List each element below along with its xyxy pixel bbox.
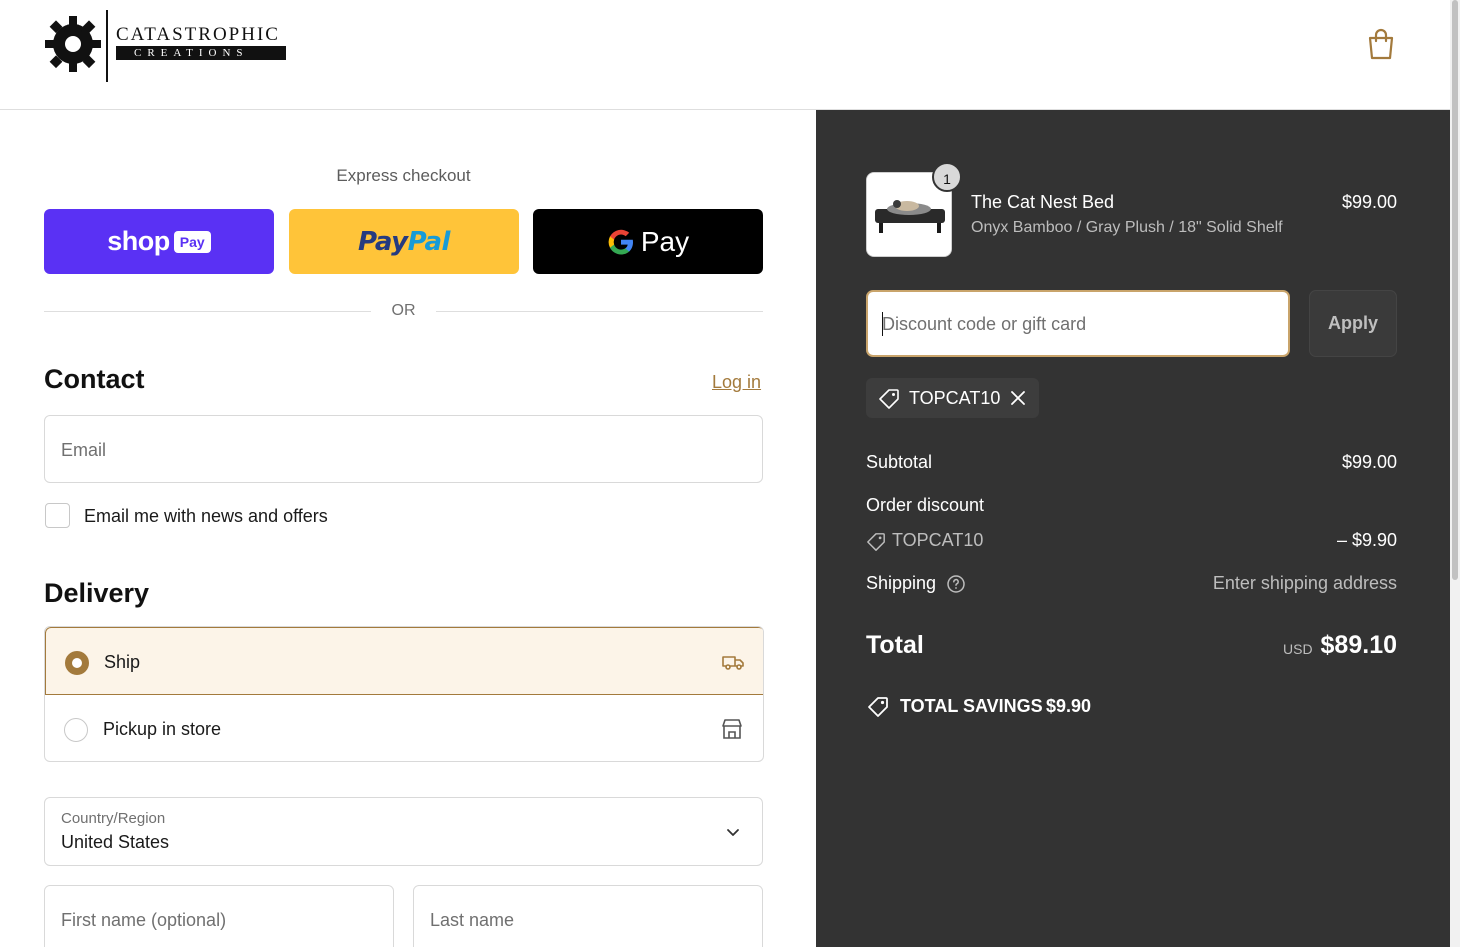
shipping-label: Shipping — [866, 573, 937, 593]
last-name-field[interactable]: Last name — [413, 885, 763, 947]
subtotal-value: $99.00 — [1341, 452, 1397, 472]
brand-tagline: CREATIONS — [116, 46, 286, 60]
brand-name: CATASTROPHIC — [116, 24, 280, 45]
total-label: Total — [866, 631, 924, 659]
shop-pay-button[interactable]: shop Pay — [44, 209, 274, 274]
newsletter-checkbox[interactable] — [45, 503, 70, 528]
discount-value: – $9.90 — [1336, 530, 1397, 550]
checkout-form: Express checkout shop Pay PayPal Pay OR … — [0, 110, 816, 947]
help-circle-icon[interactable] — [946, 574, 966, 594]
applied-discount-chip: TOPCAT10 — [866, 378, 1039, 418]
delivery-option-ship[interactable]: Ship — [45, 627, 763, 695]
order-discount-label: Order discount — [866, 495, 985, 515]
pickup-radio[interactable] — [64, 718, 88, 742]
page-scrollbar[interactable] — [1450, 0, 1460, 947]
savings-label: TOTAL SAVINGS — [900, 696, 1043, 716]
delivery-heading: Delivery — [44, 578, 150, 608]
logo-divider — [106, 10, 108, 82]
ship-label: Ship — [104, 652, 141, 672]
country-value: United States — [61, 832, 170, 852]
paypal-logo: PayPal — [358, 226, 450, 257]
savings-value: $9.90 — [1046, 696, 1092, 716]
truck-icon — [722, 656, 744, 670]
text-caret — [882, 312, 883, 336]
order-summary: 1 The Cat Nest Bed Onyx Bamboo / Gray Pl… — [816, 110, 1450, 947]
close-icon[interactable] — [1008, 388, 1028, 408]
store-icon — [722, 719, 742, 739]
product-name: The Cat Nest Bed — [971, 192, 1115, 212]
paypal-button[interactable]: PayPal — [289, 209, 519, 274]
delivery-option-pickup[interactable]: Pickup in store — [45, 695, 763, 761]
shop-pay-word: shop — [107, 226, 170, 256]
shop-pay-badge: Pay — [173, 230, 211, 253]
discount-code-label: TOPCAT10 — [892, 530, 984, 550]
or-label: OR — [391, 302, 416, 319]
country-label: Country/Region — [61, 810, 166, 827]
shopping-bag-icon[interactable] — [1366, 28, 1396, 60]
applied-code-text: TOPCAT10 — [909, 388, 1001, 408]
newsletter-label: Email me with news and offers — [84, 506, 328, 526]
total-value: $89.10 — [1320, 631, 1397, 659]
first-name-placeholder: First name (optional) — [61, 910, 227, 930]
login-link[interactable]: Log in — [712, 372, 761, 393]
country-select[interactable]: Country/Region United States — [44, 797, 763, 866]
delivery-method-group: Ship Pickup in store — [44, 626, 764, 762]
contact-heading: Contact — [44, 364, 145, 394]
or-divider: OR — [44, 300, 763, 324]
discount-code-field[interactable] — [866, 290, 1290, 357]
site-header: CATASTROPHIC CREATIONS — [0, 0, 1450, 110]
email-placeholder: Email — [61, 440, 107, 460]
tag-icon — [879, 389, 899, 409]
ship-radio[interactable] — [65, 651, 89, 675]
gear-cat-logo-icon — [45, 16, 101, 72]
express-checkout-title: Express checkout — [336, 166, 471, 185]
quantity-badge: 1 — [932, 162, 962, 192]
pickup-label: Pickup in store — [103, 719, 222, 739]
scrollbar-thumb[interactable] — [1452, 0, 1458, 580]
email-field[interactable]: Email — [44, 415, 763, 483]
shipping-value: Enter shipping address — [1212, 573, 1397, 593]
product-price: $99.00 — [1341, 192, 1397, 212]
savings-tag-icon — [868, 697, 888, 717]
product-variant: Onyx Bamboo / Gray Plush / 18" Solid She… — [971, 219, 1283, 236]
google-g-icon — [608, 229, 633, 254]
google-pay-button[interactable]: Pay — [533, 209, 763, 274]
discount-code-input[interactable] — [882, 310, 1272, 338]
apply-discount-button[interactable]: Apply — [1309, 290, 1397, 357]
chevron-down-icon — [727, 829, 739, 836]
first-name-field[interactable]: First name (optional) — [44, 885, 394, 947]
brand-logo[interactable]: CATASTROPHIC CREATIONS — [44, 10, 289, 82]
google-pay-word: Pay — [640, 225, 690, 257]
last-name-placeholder: Last name — [430, 910, 515, 930]
tag-icon — [867, 533, 885, 551]
total-currency: USD — [1283, 641, 1313, 657]
subtotal-label: Subtotal — [866, 452, 933, 472]
